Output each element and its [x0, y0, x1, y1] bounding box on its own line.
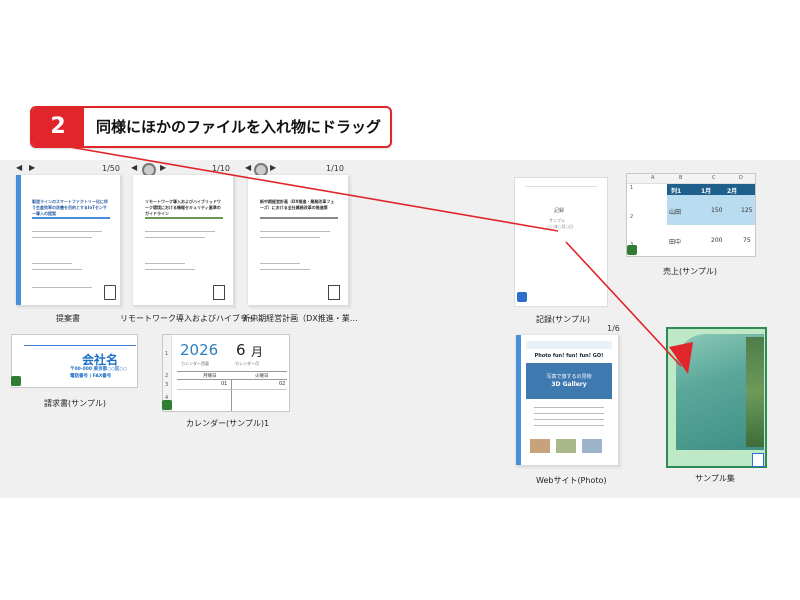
- connector-line: [57, 144, 559, 232]
- drag-arrow-line: [565, 241, 682, 367]
- drag-arrows: [57, 144, 693, 374]
